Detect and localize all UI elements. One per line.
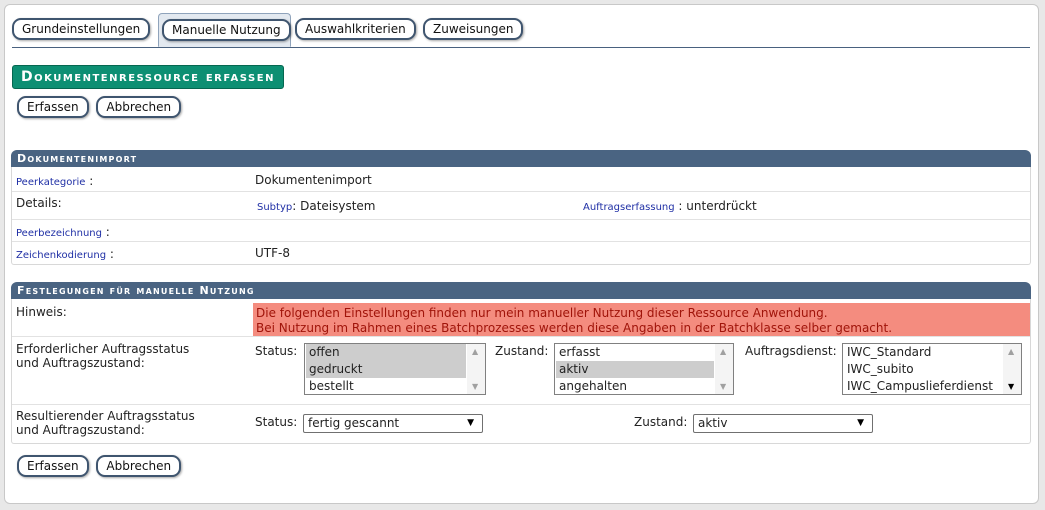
tab-label[interactable]: Grundeinstellungen bbox=[12, 18, 151, 40]
page-title: Dokumentenressource erfassen bbox=[12, 65, 284, 89]
row-result-status: Resultierender Auftragsstatus und Auftrag… bbox=[12, 405, 1030, 442]
section-title: Festlegungen für manuelle Nutzung bbox=[11, 282, 1031, 299]
scroll-up-icon[interactable]: ▲ bbox=[1008, 347, 1014, 356]
save-button[interactable]: Erfassen bbox=[17, 455, 89, 477]
tab-label[interactable]: Manuelle Nutzung bbox=[162, 19, 291, 41]
auftragsdienst-option[interactable]: IWC_Campuslieferdienst bbox=[844, 378, 1002, 394]
cancel-button[interactable]: Abbrechen bbox=[96, 455, 182, 477]
zustand-label: Zustand: bbox=[495, 344, 549, 358]
required-status-label: Erforderlicher Auftragsstatus und Auftrag… bbox=[16, 342, 190, 370]
status-option-offen[interactable]: offen bbox=[306, 344, 466, 361]
row-peerbezeichnung: Peerbezeichnung : bbox=[12, 220, 1030, 242]
row-required-status: Erforderlicher Auftragsstatus und Auftrag… bbox=[12, 337, 1030, 405]
scroll-down-icon[interactable]: ▼ bbox=[472, 382, 478, 391]
row-details: Details: Subtyp: Dateisystem Auftragserf… bbox=[12, 192, 1030, 220]
zustand-option-aktiv[interactable]: aktiv bbox=[556, 361, 714, 378]
peerbezeichnung-label: Peerbezeichnung : bbox=[16, 225, 110, 239]
tab-auswahlkriterien[interactable]: Auswahlkriterien bbox=[295, 18, 416, 42]
result-status-value: fertig gescannt bbox=[308, 416, 400, 430]
scroll-up-icon[interactable]: ▲ bbox=[472, 347, 478, 356]
import-section: Dokumentenimport Peerkategorie : Dokumen… bbox=[11, 150, 1031, 265]
result-zustand-field-label: Zustand: bbox=[634, 415, 688, 429]
cancel-button[interactable]: Abbrechen bbox=[96, 96, 182, 118]
zeichenkodierung-value: UTF-8 bbox=[255, 246, 290, 260]
result-status-field-label: Status: bbox=[255, 415, 298, 429]
peerkategorie-value: Dokumentenimport bbox=[255, 173, 372, 187]
scroll-down-icon[interactable]: ▼ bbox=[1008, 382, 1014, 391]
auftragsdienst-option[interactable]: IWC_subito bbox=[844, 361, 1002, 378]
top-button-row: Erfassen Abbrechen bbox=[17, 96, 185, 118]
zeichenkodierung-label: Zeichenkodierung : bbox=[16, 247, 114, 261]
save-button[interactable]: Erfassen bbox=[17, 96, 89, 118]
row-peerkategorie: Peerkategorie : Dokumentenimport bbox=[12, 167, 1030, 192]
status-listbox[interactable]: offen gedruckt bestellt ▲ ▼ bbox=[304, 343, 486, 395]
peerkategorie-label: Peerkategorie : bbox=[16, 174, 94, 188]
scroll-up-icon[interactable]: ▲ bbox=[720, 347, 726, 356]
status-option-gedruckt[interactable]: gedruckt bbox=[306, 361, 466, 378]
hint-label: Hinweis: bbox=[16, 305, 67, 319]
status-scrollbar[interactable]: ▲ ▼ bbox=[467, 344, 485, 394]
tab-label[interactable]: Auswahlkriterien bbox=[295, 18, 416, 40]
tab-grundeinstellungen[interactable]: Grundeinstellungen bbox=[12, 18, 151, 42]
status-label: Status: bbox=[255, 344, 298, 358]
bottom-button-row: Erfassen Abbrechen bbox=[17, 455, 185, 477]
details-label: Details: bbox=[16, 196, 62, 210]
hint-line-1: Die folgenden Einstellungen finden nur m… bbox=[256, 306, 828, 320]
zustand-option-angehalten[interactable]: angehalten bbox=[556, 378, 714, 394]
chevron-down-icon[interactable]: ▼ bbox=[857, 415, 864, 432]
auftragsdienst-listbox[interactable]: IWC_Standard IWC_subito IWC_Campusliefer… bbox=[842, 343, 1022, 395]
tab-label[interactable]: Zuweisungen bbox=[423, 18, 524, 40]
result-zustand-value: aktiv bbox=[698, 416, 728, 430]
chevron-down-icon[interactable]: ▼ bbox=[467, 415, 474, 432]
result-zustand-select[interactable]: aktiv ▼ bbox=[693, 414, 873, 433]
auftragsdienst-label: Auftragsdienst: bbox=[745, 344, 837, 358]
auftragsdienst-scrollbar[interactable]: ▲ ▼ bbox=[1003, 344, 1021, 394]
tab-zuweisungen[interactable]: Zuweisungen bbox=[423, 18, 524, 42]
manual-usage-section: Festlegungen für manuelle Nutzung Hinwei… bbox=[11, 282, 1031, 444]
tab-bar: Grundeinstellungen Manuelle Nutzung Ausw… bbox=[12, 13, 1030, 48]
row-hinweis: Hinweis: Die folgenden Einstellungen fin… bbox=[12, 299, 1030, 337]
auftragsdienst-option[interactable]: IWC_Standard bbox=[844, 344, 1002, 361]
zustand-listbox[interactable]: erfasst aktiv angehalten ▲ ▼ bbox=[554, 343, 734, 395]
subtyp-field: Subtyp: Dateisystem bbox=[257, 199, 376, 213]
status-option-bestellt[interactable]: bestellt bbox=[306, 378, 466, 394]
hint-line-2: Bei Nutzung im Rahmen eines Batchprozess… bbox=[256, 321, 893, 335]
zustand-option-erfasst[interactable]: erfasst bbox=[556, 344, 714, 361]
result-status-label: Resultierender Auftragsstatus und Auftrag… bbox=[16, 409, 195, 437]
scroll-down-icon[interactable]: ▼ bbox=[720, 382, 726, 391]
row-zeichenkodierung: Zeichenkodierung : UTF-8 bbox=[12, 242, 1030, 264]
zustand-scrollbar[interactable]: ▲ ▼ bbox=[715, 344, 733, 394]
tab-manuelle-nutzung[interactable]: Manuelle Nutzung bbox=[158, 13, 291, 47]
auftragserfassung-field: Auftragserfassung : unterdrückt bbox=[583, 199, 757, 213]
section-title: Dokumentenimport bbox=[11, 150, 1031, 167]
hint-box: Die folgenden Einstellungen finden nur m… bbox=[253, 303, 1030, 336]
result-status-select[interactable]: fertig gescannt ▼ bbox=[303, 414, 483, 433]
